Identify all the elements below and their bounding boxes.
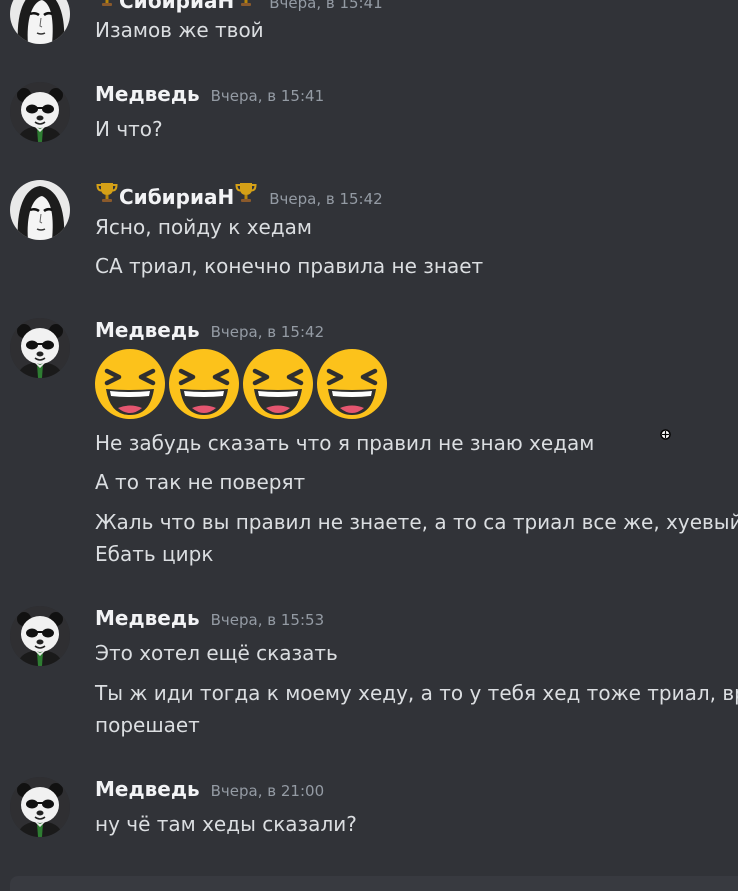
author-name[interactable]: Медведь [95, 606, 200, 630]
trophy-icon [95, 180, 119, 204]
emoji-row [94, 348, 388, 420]
user-avatar[interactable] [10, 82, 70, 142]
laughing-emoji-icon[interactable] [316, 348, 388, 420]
message-text: СА триал, конечно правила не знает [95, 254, 484, 278]
timestamp[interactable]: Вчера, в 21:00 [211, 782, 324, 800]
panda-avatar-icon [10, 82, 70, 142]
message-list[interactable]: СибириаН Вчера, в 15:41 Изамов же твой М… [0, 0, 738, 891]
timestamp[interactable]: Вчера, в 15:41 [269, 0, 382, 12]
panda-avatar-icon [10, 606, 70, 666]
trophy-icon [95, 0, 119, 8]
user-avatar[interactable] [10, 318, 70, 378]
timestamp[interactable]: Вчера, в 15:42 [269, 190, 382, 208]
user-avatar[interactable] [10, 0, 70, 44]
user-avatar[interactable] [10, 606, 70, 666]
timestamp[interactable]: Вчера, в 15:41 [211, 87, 324, 105]
message-header: Медведь Вчера, в 15:42 [95, 318, 324, 342]
message-text: Ты ж иди тогда к моему хеду, а то у тебя… [95, 681, 738, 705]
message-text: порешает [95, 713, 200, 737]
message-text: Не забудь сказать что я правил не знаю х… [95, 431, 595, 455]
author-name[interactable]: СибириаН [119, 0, 234, 13]
message-text: Изамов же твой [95, 18, 264, 42]
laughing-emoji-icon[interactable] [168, 348, 240, 420]
author-name[interactable]: Медведь [95, 777, 200, 801]
user-avatar[interactable] [10, 180, 70, 240]
message-header: Медведь Вчера, в 21:00 [95, 777, 324, 801]
message-text: Жаль что вы правил не знаете, а то са тр… [95, 510, 738, 534]
sketch-girl-avatar-icon [10, 180, 70, 240]
author-name[interactable]: СибириаН [119, 185, 234, 209]
panda-avatar-icon [10, 777, 70, 837]
message-header: СибириаН Вчера, в 15:42 [95, 180, 383, 209]
mouse-cursor-icon [660, 429, 671, 440]
message-header: Медведь Вчера, в 15:53 [95, 606, 324, 630]
timestamp[interactable]: Вчера, в 15:42 [211, 323, 324, 341]
panda-avatar-icon [10, 318, 70, 378]
message-text: Это хотел ещё сказать [95, 641, 338, 665]
message-text: ну чё там хеды сказали? [95, 812, 357, 836]
user-avatar[interactable] [10, 777, 70, 837]
laughing-emoji-icon[interactable] [242, 348, 314, 420]
author-name[interactable]: Медведь [95, 82, 200, 106]
message-header: СибириаН Вчера, в 15:41 [95, 0, 383, 13]
message-text: А то так не поверят [95, 470, 306, 494]
message-text: И что? [95, 117, 163, 141]
trophy-icon [234, 0, 258, 8]
message-text: Ясно, пойду к хедам [95, 215, 313, 239]
author-name[interactable]: Медведь [95, 318, 200, 342]
message-composer[interactable] [10, 876, 738, 891]
laughing-emoji-icon[interactable] [94, 348, 166, 420]
message-header: Медведь Вчера, в 15:41 [95, 82, 324, 106]
message-text: Ебать цирк [95, 542, 214, 566]
sketch-girl-avatar-icon [10, 0, 70, 44]
timestamp[interactable]: Вчера, в 15:53 [211, 611, 324, 629]
trophy-icon [234, 180, 258, 204]
